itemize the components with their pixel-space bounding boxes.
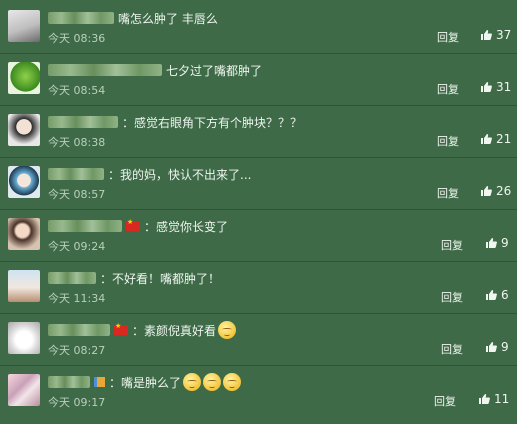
like-button[interactable]: 21 <box>480 132 511 146</box>
comment-time: 今天 08:27 <box>48 344 106 357</box>
avatar[interactable] <box>8 218 40 250</box>
comment-header: ：我的妈，快认不出来了... <box>48 164 251 184</box>
like-count: 6 <box>501 288 509 302</box>
china-flag-icon <box>114 322 128 335</box>
reply-button[interactable]: 回复 <box>437 185 459 201</box>
comment-row: ：感觉右眼角下方有个肿块？？？ 今天 08:38 回复 21 <box>0 106 517 158</box>
username-blurred[interactable] <box>48 376 90 388</box>
comment-row: ：素颜倪真好看 今天 08:27 回复 9 <box>0 314 517 366</box>
comment-text: ：感觉右眼角下方有个肿块？？？ <box>122 115 303 130</box>
comment-row: ：嘴是肿么了 今天 09:17 回复 11 <box>0 366 517 418</box>
reply-button[interactable]: 回复 <box>437 81 459 97</box>
avatar[interactable] <box>8 270 40 302</box>
like-button[interactable]: 26 <box>480 184 511 198</box>
china-flag-icon <box>126 218 140 231</box>
avatar[interactable] <box>8 374 40 406</box>
comment-row: 七夕过了嘴都肿了 今天 08:54 回复 31 <box>0 54 517 106</box>
comment-text: ：素颜倪真好看 <box>132 323 217 338</box>
dizzy-emoji-icon <box>183 373 202 391</box>
thumbs-up-icon <box>479 394 490 404</box>
comment-text: 七夕过了嘴都肿了 <box>166 63 263 78</box>
comment-time: 今天 08:57 <box>48 188 106 201</box>
comment-row: ：感觉你长变了 今天 09:24 回复 9 <box>0 210 517 262</box>
comment-time: 今天 09:17 <box>48 396 106 409</box>
smile-emoji-icon <box>218 321 237 339</box>
thumbs-up-icon <box>481 186 492 196</box>
avatar[interactable] <box>8 322 40 354</box>
comment-list: 嘴怎么肿了 丰唇么 今天 08:36 回复 37 七夕过了嘴都肿了 今天 08:… <box>0 0 517 424</box>
like-button[interactable]: 9 <box>485 236 509 250</box>
username-blurred[interactable] <box>48 324 110 336</box>
like-button[interactable]: 31 <box>480 80 511 94</box>
like-count: 37 <box>496 28 512 42</box>
comment-row: ：我的妈，快认不出来了... 今天 08:57 回复 26 <box>0 158 517 210</box>
like-button[interactable]: 11 <box>478 392 509 406</box>
thumbs-up-icon <box>486 342 497 352</box>
thumbs-up-icon <box>486 238 497 248</box>
comment-header: 七夕过了嘴都肿了 <box>48 60 262 80</box>
like-count: 31 <box>496 80 512 94</box>
comment-header: 嘴怎么肿了 丰唇么 <box>48 8 218 28</box>
reply-button[interactable]: 回复 <box>441 341 463 357</box>
thumbs-up-icon <box>481 82 492 92</box>
avatar[interactable] <box>8 166 40 198</box>
like-button[interactable]: 9 <box>485 340 509 354</box>
username-blurred[interactable] <box>48 272 96 284</box>
like-count: 11 <box>494 392 510 406</box>
dizzy-emoji-icon <box>223 373 242 391</box>
comment-time: 今天 08:36 <box>48 32 106 45</box>
comment-header: ：感觉右眼角下方有个肿块？？？ <box>48 112 302 132</box>
username-blurred[interactable] <box>48 116 118 128</box>
reply-button[interactable]: 回复 <box>434 393 456 409</box>
like-count: 21 <box>496 132 512 146</box>
comment-row: ：不好看！嘴都肿了！ 今天 11:34 回复 6 <box>0 262 517 314</box>
comment-text: 嘴怎么肿了 丰唇么 <box>118 11 218 26</box>
dizzy-emoji-icon <box>203 373 222 391</box>
avatar[interactable] <box>8 114 40 146</box>
like-count: 9 <box>501 236 509 250</box>
comment-time: 今天 08:38 <box>48 136 106 149</box>
thumbs-up-icon <box>486 290 497 300</box>
comment-header: ：不好看！嘴都肿了！ <box>48 268 220 288</box>
like-count: 26 <box>496 184 512 198</box>
comment-time: 今天 09:24 <box>48 240 106 253</box>
username-blurred[interactable] <box>48 12 114 24</box>
comment-text: ：感觉你长变了 <box>144 219 229 234</box>
like-button[interactable]: 37 <box>480 28 511 42</box>
comment-row: 嘴怎么肿了 丰唇么 今天 08:36 回复 37 <box>0 2 517 54</box>
comment-header: ：嘴是肿么了 <box>48 372 242 392</box>
username-blurred[interactable] <box>48 64 162 76</box>
username-blurred[interactable] <box>48 220 122 232</box>
badge-icon <box>94 377 105 387</box>
thumbs-up-icon <box>481 30 492 40</box>
avatar[interactable] <box>8 62 40 94</box>
username-blurred[interactable] <box>48 168 104 180</box>
avatar[interactable] <box>8 10 40 42</box>
comment-header: ：素颜倪真好看 <box>48 320 237 340</box>
comment-text: ：我的妈，快认不出来了... <box>108 167 252 182</box>
thumbs-up-icon <box>481 134 492 144</box>
like-count: 9 <box>501 340 509 354</box>
like-button[interactable]: 6 <box>485 288 509 302</box>
comment-time: 今天 08:54 <box>48 84 106 97</box>
reply-button[interactable]: 回复 <box>441 289 463 305</box>
comment-text: ：嘴是肿么了 <box>109 375 182 390</box>
comment-text: ：不好看！嘴都肿了！ <box>100 271 221 286</box>
reply-button[interactable]: 回复 <box>441 237 463 253</box>
comment-time: 今天 11:34 <box>48 292 106 305</box>
reply-button[interactable]: 回复 <box>437 133 459 149</box>
comment-header: ：感觉你长变了 <box>48 216 228 236</box>
reply-button[interactable]: 回复 <box>437 29 459 45</box>
